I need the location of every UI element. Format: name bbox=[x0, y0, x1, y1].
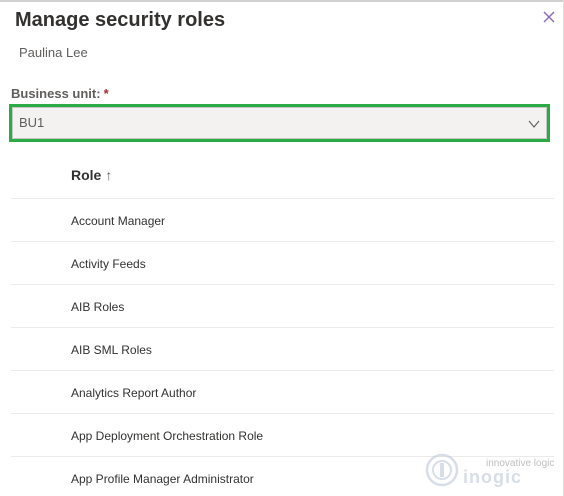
column-header-role[interactable]: Role ↑ bbox=[71, 167, 112, 183]
table-row[interactable]: Analytics Report Author bbox=[11, 370, 554, 413]
role-name: Analytics Report Author bbox=[71, 386, 197, 400]
business-unit-select[interactable]: BU1 bbox=[12, 107, 547, 139]
role-name: App Deployment Orchestration Role bbox=[71, 429, 264, 443]
chevron-down-icon bbox=[528, 120, 540, 128]
user-name: Paulina Lee bbox=[19, 45, 88, 60]
business-unit-label-text: Business unit: bbox=[11, 86, 101, 101]
panel-title: Manage security roles bbox=[15, 9, 226, 31]
close-button[interactable] bbox=[541, 9, 557, 25]
role-name: Account Manager bbox=[71, 214, 166, 228]
top-border bbox=[0, 0, 564, 2]
role-name: App Profile Manager Administrator bbox=[71, 472, 254, 486]
role-name: AIB Roles bbox=[71, 300, 125, 314]
watermark-brand: inogic bbox=[463, 467, 522, 487]
role-name: Activity Feeds bbox=[71, 257, 146, 271]
required-marker: * bbox=[103, 86, 109, 101]
column-header-label: Role bbox=[71, 167, 102, 183]
brand-logo-icon bbox=[425, 453, 459, 487]
business-unit-label: Business unit: * bbox=[11, 86, 109, 101]
table-row[interactable]: AIB Roles bbox=[11, 284, 554, 327]
table-row[interactable]: AIB SML Roles bbox=[11, 327, 554, 370]
close-icon bbox=[543, 11, 555, 23]
business-unit-value: BU1 bbox=[19, 115, 45, 130]
watermark: innovative logic inogic bbox=[423, 449, 559, 491]
role-name: AIB SML Roles bbox=[71, 343, 152, 357]
table-row[interactable]: Account Manager bbox=[11, 198, 554, 241]
sort-ascending-icon: ↑ bbox=[105, 167, 113, 183]
table-row[interactable]: Activity Feeds bbox=[11, 241, 554, 284]
